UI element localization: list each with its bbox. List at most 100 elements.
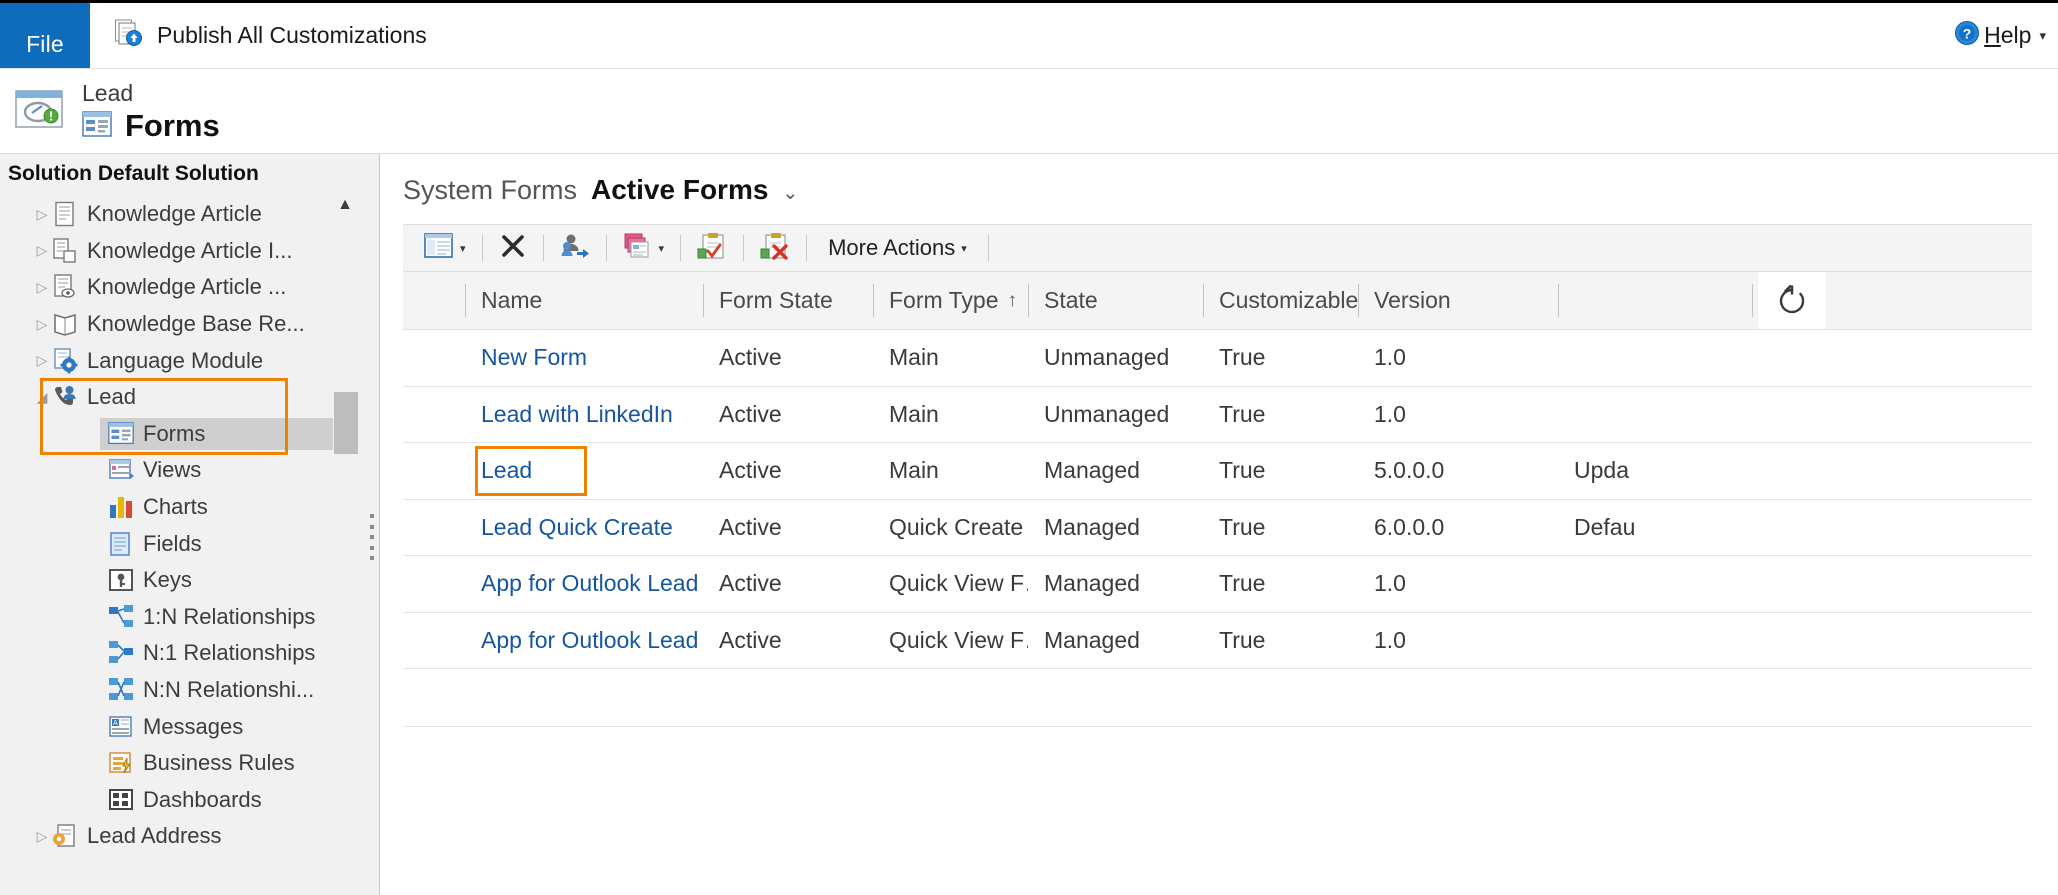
tree-item-business-rules[interactable]: Business Rules <box>0 745 379 782</box>
remove-from-solution-button[interactable] <box>751 228 799 268</box>
sidebar-scrollbar[interactable]: ▲ <box>331 192 359 895</box>
tree-item-charts[interactable]: Charts <box>0 489 379 526</box>
forms-list-pane: System Forms Active Forms ⌄ ▾ ▾ More Act… <box>381 153 2058 895</box>
splitter-dot <box>370 524 374 529</box>
tree-item-dashboards[interactable]: Dashboards <box>0 782 379 819</box>
column-header-name[interactable]: Name <box>403 272 703 329</box>
form-name-cell[interactable]: Lead Quick Create <box>403 514 703 541</box>
new-form-icon <box>424 232 454 264</box>
tree-item-label: Knowledge Base Re... <box>87 311 305 337</box>
tree-item-lead-address[interactable]: ▷ Lead Address <box>0 818 379 855</box>
tree-item-selection <box>100 417 333 451</box>
splitter-dot <box>370 545 374 550</box>
toolbar-separator <box>605 235 607 261</box>
tree-item-1-n-relationships[interactable]: 1:N Relationships <box>0 599 379 636</box>
state-cell: Unmanaged <box>1044 400 1170 427</box>
form-name-cell[interactable]: App for Outlook Lead Quick Vi… <box>403 627 703 654</box>
splitter-dot <box>370 514 374 518</box>
column-header-partial[interactable] <box>1558 272 1758 329</box>
toolbar-separator <box>542 235 544 261</box>
collapsed-arrow-icon[interactable]: ▷ <box>32 828 52 845</box>
splitter-dot <box>370 556 374 560</box>
chevron-down-icon[interactable]: ⌄ <box>782 182 798 205</box>
tree-item-n-n-relationshi[interactable]: N:N Relationshi... <box>0 672 379 709</box>
toolbar-separator <box>743 235 745 261</box>
table-row[interactable]: App for Outlook Lead Quick Vi… Active Quic… <box>403 613 2032 669</box>
customizable-cell: True <box>1219 457 1266 484</box>
form-order-button[interactable]: ▾ <box>614 228 674 268</box>
tree-item-label: Knowledge Article ... <box>87 274 287 300</box>
refresh-icon[interactable] <box>1752 272 1826 329</box>
scrollbar-thumb[interactable] <box>334 392 358 454</box>
collapsed-arrow-icon[interactable]: ▷ <box>32 206 52 223</box>
help-button[interactable]: ? Help ▾ <box>1954 3 2058 68</box>
tree-item-fields[interactable]: Fields <box>0 525 379 562</box>
column-header-label: Form State <box>719 287 833 313</box>
chevron-down-icon[interactable]: ▾ <box>460 242 466 255</box>
charts-icon <box>108 494 134 520</box>
column-header-customizable[interactable]: Customizable <box>1203 272 1358 329</box>
column-header-form-type[interactable]: Form Type ↑ <box>873 272 1028 329</box>
form-name-cell[interactable]: Lead with LinkedIn <box>403 401 703 428</box>
tree-item-knowledge-base-re[interactable]: ▷ Knowledge Base Re... <box>0 306 379 343</box>
tree-item-knowledge-article[interactable]: ▷ Knowledge Article <box>0 196 379 233</box>
chevron-down-icon[interactable]: ▾ <box>961 242 967 255</box>
form-name-link[interactable]: Lead Quick Create <box>481 514 673 540</box>
more-actions-button[interactable]: More Actions ▾ <box>814 235 981 261</box>
form-name-link[interactable]: Lead <box>481 457 532 483</box>
tree-item-knowledge-article[interactable]: ▷ Knowledge Article ... <box>0 269 379 306</box>
tree-item-forms[interactable]: Forms <box>0 416 379 453</box>
column-header-form-state[interactable]: Form State <box>703 272 873 329</box>
tree-item-keys[interactable]: Keys <box>0 562 379 599</box>
chevron-down-icon[interactable]: ▾ <box>659 242 665 255</box>
tree-item-label: Business Rules <box>143 750 295 776</box>
tree-item-language-module[interactable]: ▷ Language Module <box>0 342 379 379</box>
tree-item-views[interactable]: Views <box>0 452 379 489</box>
panel-splitter-handle[interactable] <box>367 514 377 560</box>
form-name-cell[interactable]: App for Outlook Lead Card <box>403 570 703 597</box>
grid-empty-row <box>403 669 2032 727</box>
form-name-link[interactable]: App for Outlook Lead Card <box>481 570 703 596</box>
publish-form-icon <box>697 232 727 265</box>
table-row[interactable]: App for Outlook Lead Card Active Quick Vie… <box>403 556 2032 613</box>
new-form-button[interactable]: ▾ <box>415 228 475 268</box>
table-row[interactable]: Lead Quick Create Active Quick Create Manag… <box>403 500 2032 556</box>
collapsed-arrow-icon[interactable]: ▷ <box>32 352 52 369</box>
collapsed-arrow-icon[interactable]: ▷ <box>32 316 52 333</box>
column-header-label: Name <box>481 287 543 313</box>
publish-all-customizations-button[interactable]: Publish All Customizations <box>90 3 449 68</box>
collapsed-arrow-icon[interactable]: ▷ <box>32 279 52 296</box>
customizable-cell: True <box>1219 626 1266 653</box>
table-row[interactable]: Lead with LinkedIn Active Main Unmanaged Tru… <box>403 387 2032 443</box>
tree-item-messages[interactable]: A Messages <box>0 708 379 745</box>
form-name-link[interactable]: App for Outlook Lead Quick Vi… <box>481 627 703 653</box>
form-name-link[interactable]: New Form <box>481 344 587 370</box>
publish-all-customizations-label: Publish All Customizations <box>157 22 427 48</box>
delete-button[interactable] <box>490 228 536 268</box>
version-cell: 1.0 <box>1374 344 1406 371</box>
publish-form-button[interactable] <box>688 228 736 268</box>
form-name-link[interactable]: Lead with LinkedIn <box>481 401 673 427</box>
view-selector[interactable]: System Forms Active Forms ⌄ <box>381 154 2058 216</box>
file-menu-button[interactable]: File <box>0 3 90 68</box>
form-name-cell[interactable]: New Form <box>403 344 703 371</box>
column-header-state[interactable]: State <box>1028 272 1203 329</box>
lead-icon <box>52 384 78 410</box>
assign-security-roles-button[interactable] <box>551 228 599 268</box>
solution-tree[interactable]: ▷ Knowledge Article ▷ Knowledge Article I..… <box>0 194 379 855</box>
assign-security-roles-icon <box>560 232 590 265</box>
form-name-cell[interactable]: Lead <box>403 457 703 484</box>
table-row[interactable]: Lead Active Main Managed True 5.0.0.0 Upda <box>403 443 2032 500</box>
more-actions-label: More Actions <box>828 235 956 260</box>
chevron-down-icon[interactable]: ▾ <box>2039 28 2046 44</box>
scroll-up-arrow-icon[interactable]: ▲ <box>331 192 359 218</box>
tree-item-lead[interactable]: ◢ Lead <box>0 379 379 416</box>
column-header-version[interactable]: Version <box>1358 272 1558 329</box>
messages-icon: A <box>108 714 134 740</box>
expanded-arrow-icon[interactable]: ◢ <box>32 389 52 406</box>
table-row[interactable]: New Form Active Main Unmanaged True 1.0 <box>403 330 2032 387</box>
customizable-cell: True <box>1219 570 1266 597</box>
collapsed-arrow-icon[interactable]: ▷ <box>32 242 52 259</box>
tree-item-n-1-relationships[interactable]: N:1 Relationships <box>0 635 379 672</box>
tree-item-knowledge-article-i[interactable]: ▷ Knowledge Article I... <box>0 233 379 270</box>
